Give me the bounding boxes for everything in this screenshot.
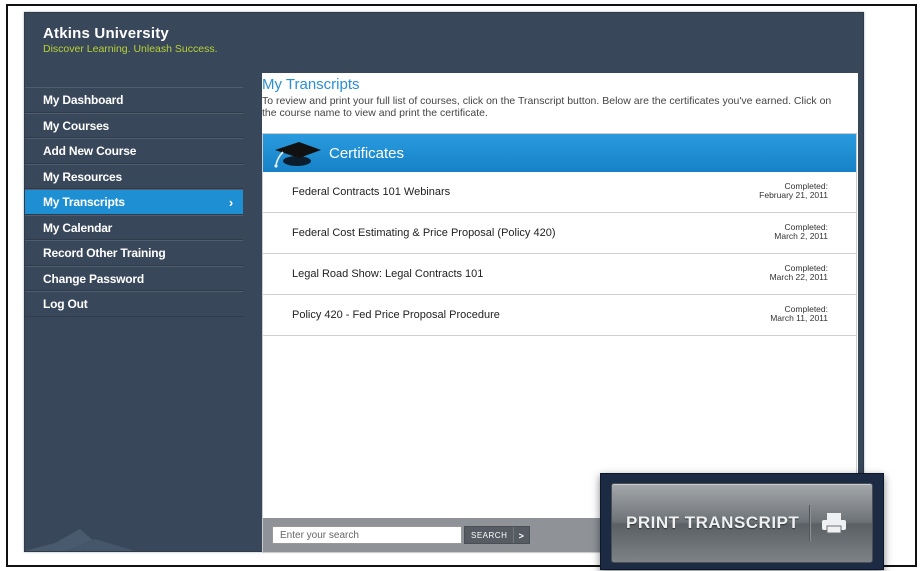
completed-date: February 21, 2011: [759, 190, 828, 200]
sidebar-nav: My Dashboard My Courses Add New Course M…: [25, 87, 243, 317]
completion-info: Completed: March 2, 2011: [774, 223, 828, 241]
screenshot-frame: Atkins University Discover Learning. Unl…: [6, 4, 917, 570]
certificates-title: Certificates: [329, 144, 405, 162]
chevron-right-icon: >: [513, 527, 529, 543]
sidebar-item-my-dashboard[interactable]: My Dashboard: [25, 87, 243, 113]
certificate-row: Legal Road Show: Legal Contracts 101 Com…: [263, 254, 856, 295]
completion-info: Completed: March 11, 2011: [770, 305, 828, 323]
sidebar-item-label: My Dashboard: [43, 93, 124, 107]
search-button-label: SEARCH: [471, 531, 508, 540]
sidebar-item-label: My Transcripts: [43, 195, 125, 209]
sidebar-item-label: My Courses: [43, 118, 110, 133]
print-transcript-label: PRINT TRANSCRIPT: [626, 513, 800, 532]
button-divider: [809, 505, 812, 541]
search-button[interactable]: SEARCH >: [464, 526, 530, 544]
printer-icon: [822, 513, 847, 534]
sidebar-item-my-resources[interactable]: My Resources: [25, 163, 243, 189]
sidebar-item-my-transcripts[interactable]: My Transcripts ›: [25, 189, 243, 215]
sidebar-item-record-other-training[interactable]: Record Other Training: [25, 240, 243, 266]
brand-name: Atkins University: [43, 25, 169, 42]
sidebar-item-change-password[interactable]: Change Password: [25, 265, 243, 291]
certificate-link[interactable]: Legal Road Show: Legal Contracts 101: [292, 268, 483, 280]
completed-date: March 22, 2011: [769, 272, 828, 282]
sidebar-item-log-out[interactable]: Log Out: [25, 291, 243, 317]
graduation-cap-icon: [274, 142, 321, 168]
completion-info: Completed: March 22, 2011: [770, 264, 828, 282]
sidebar-item-label: Record Other Training: [43, 246, 166, 260]
sidebar-item-label: My Resources: [43, 169, 122, 184]
certificate-link[interactable]: Policy 420 - Fed Price Proposal Procedur…: [292, 309, 500, 321]
print-transcript-callout: PRINT TRANSCRIPT: [600, 473, 884, 570]
sidebar-item-label: Add New Course: [43, 144, 137, 158]
chevron-right-icon: ›: [228, 195, 233, 210]
completion-info: Completed: February 21, 2011: [759, 182, 828, 200]
certificate-link[interactable]: Federal Contracts 101 Webinars: [292, 186, 450, 198]
completed-date: March 11, 2011: [770, 313, 828, 323]
sidebar-decoration: [25, 529, 135, 551]
certificate-row: Policy 420 - Fed Price Proposal Procedur…: [263, 295, 856, 336]
search-input[interactable]: [272, 526, 462, 544]
sidebar-item-my-courses[interactable]: My Courses: [25, 112, 243, 138]
intro-text: To review and print your full list of co…: [262, 95, 832, 119]
brand-tagline: Discover Learning. Unleash Success.: [43, 43, 218, 55]
sidebar-item-add-new-course[interactable]: Add New Course: [25, 138, 243, 164]
certificate-link[interactable]: Federal Cost Estimating & Price Proposal…: [292, 227, 556, 239]
completed-date: March 2, 2011: [774, 231, 828, 241]
sidebar-item-label: Change Password: [43, 271, 145, 286]
sidebar-item-my-calendar[interactable]: My Calendar: [25, 214, 243, 240]
page-title: My Transcripts: [262, 76, 360, 93]
print-transcript-button[interactable]: PRINT TRANSCRIPT: [611, 483, 873, 563]
sidebar-item-label: Log Out: [43, 297, 88, 311]
sidebar-item-label: My Calendar: [43, 220, 113, 235]
brand: Atkins University Discover Learning. Unl…: [43, 25, 218, 55]
certificates-header: Certificates: [263, 134, 856, 172]
certificate-row: Federal Contracts 101 Webinars Completed…: [263, 172, 856, 213]
certificate-row: Federal Cost Estimating & Price Proposal…: [263, 213, 856, 254]
app-window: Atkins University Discover Learning. Unl…: [24, 12, 864, 553]
